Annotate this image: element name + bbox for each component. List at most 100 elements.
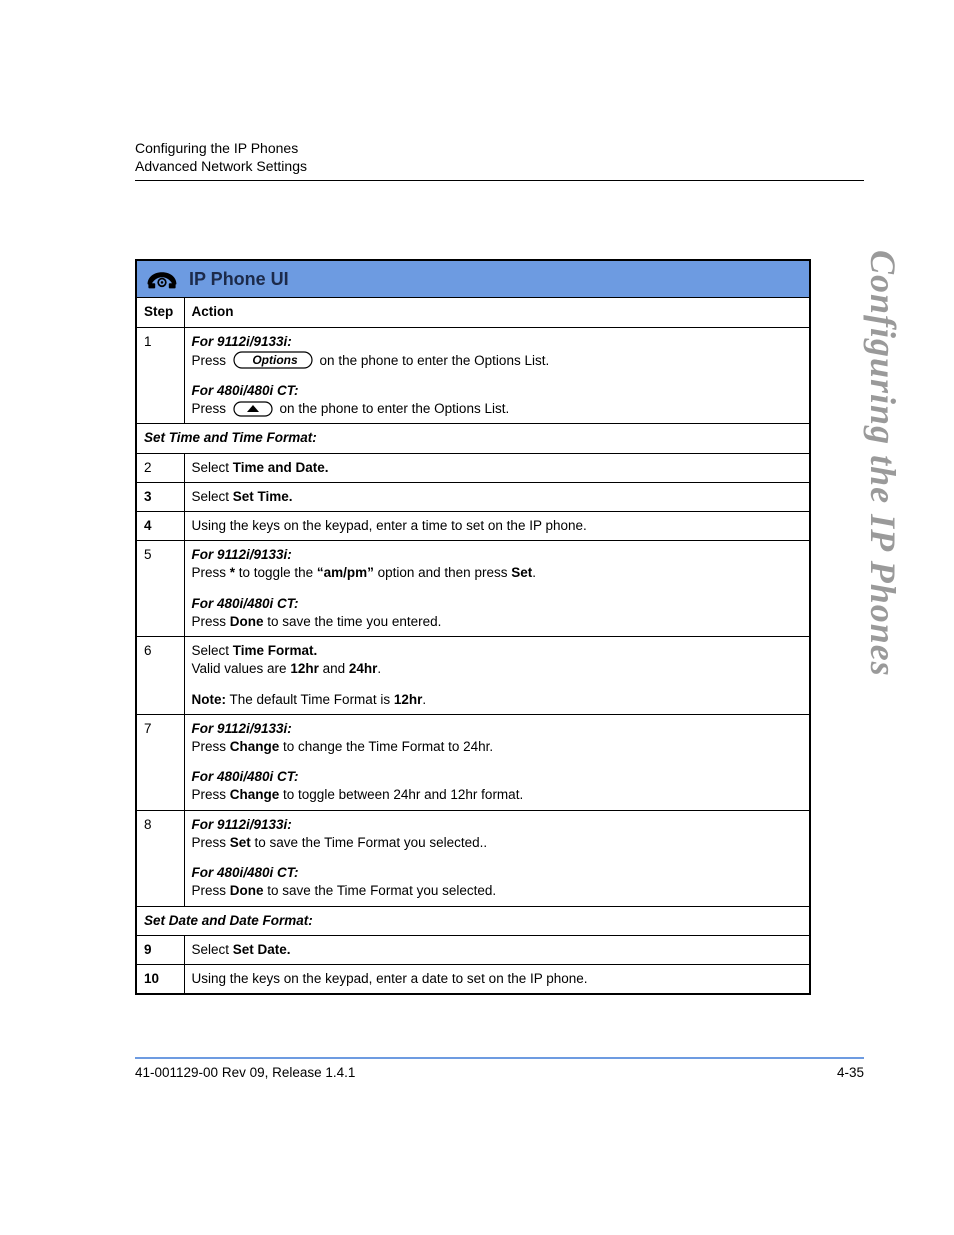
step-number: 3 <box>136 482 184 511</box>
step-action: Using the keys on the keypad, enter a ti… <box>184 512 810 541</box>
text-bold: “am/pm” <box>317 565 374 580</box>
step-action: Select Set Date. <box>184 935 810 964</box>
text: Press <box>192 835 230 850</box>
table-row: 5 For 9112i/9133i: Press * to toggle the… <box>136 541 810 637</box>
text: Press <box>192 401 227 416</box>
text-bold: Set Time. <box>233 489 293 504</box>
step-action: Select Time Format. Valid values are 12h… <box>184 637 810 715</box>
text: Select <box>192 643 233 658</box>
text: option and then press <box>374 565 511 580</box>
section-label: Set Date and Date Format: <box>136 906 810 935</box>
header-chapter: Configuring the IP Phones <box>135 140 864 156</box>
text: Press <box>192 787 230 802</box>
text: on the phone to enter the Options List. <box>280 401 510 416</box>
text: to toggle between 24hr and 12hr format. <box>279 787 523 802</box>
step-number: 2 <box>136 453 184 482</box>
step-number: 7 <box>136 714 184 810</box>
step-number: 10 <box>136 964 184 994</box>
procedure-table: IP Phone UI Step Action 1 For 9112i/9133… <box>135 259 811 995</box>
step-number: 8 <box>136 810 184 906</box>
text: The default Time Format is <box>226 692 394 707</box>
page-header: Configuring the IP Phones Advanced Netwo… <box>135 140 864 181</box>
footer-doc-id: 41-001129-00 Rev 09, Release 1.4.1 <box>135 1065 355 1080</box>
text-bold: 12hr <box>290 661 319 676</box>
text-bold: Done <box>230 883 264 898</box>
step-number: 1 <box>136 327 184 424</box>
text: to save the Time Format you selected.. <box>251 835 487 850</box>
footer-page-number: 4-35 <box>837 1065 864 1080</box>
page-content: Configuring the IP Phones Advanced Netwo… <box>0 0 954 995</box>
text: to change the Time Format to 24hr. <box>279 739 493 754</box>
text: Press <box>192 739 230 754</box>
text: to toggle the <box>239 565 317 580</box>
note-label: Note: <box>192 692 227 707</box>
text-bold: * <box>230 565 239 580</box>
step-action: Select Time and Date. <box>184 453 810 482</box>
text-bold: Set <box>230 835 251 850</box>
model-label: For 9112i/9133i: <box>192 721 292 736</box>
side-chapter-title: Configuring the IP Phones <box>862 250 904 677</box>
model-label: For 480i/480i CT: <box>192 596 299 611</box>
table-header-row: Step Action <box>136 298 810 327</box>
text: and <box>319 661 349 676</box>
table-row: 9 Select Set Date. <box>136 935 810 964</box>
text: . <box>532 565 536 580</box>
text-bold: Set <box>511 565 532 580</box>
model-label: For 9112i/9133i: <box>192 334 292 349</box>
footer-divider <box>135 1057 864 1059</box>
step-number: 4 <box>136 512 184 541</box>
step-action: For 9112i/9133i: Press Options on the ph… <box>184 327 810 424</box>
phone-ui-icon <box>145 267 179 291</box>
svg-text:Options: Options <box>252 353 298 367</box>
text: Press <box>192 353 227 368</box>
step-number: 5 <box>136 541 184 637</box>
header-divider <box>135 180 864 181</box>
step-action: Using the keys on the keypad, enter a da… <box>184 964 810 994</box>
col-header-step: Step <box>136 298 184 327</box>
step-number: 9 <box>136 935 184 964</box>
text-bold: Time and Date. <box>233 460 329 475</box>
header-section: Advanced Network Settings <box>135 158 864 174</box>
model-label: For 9112i/9133i: <box>192 817 292 832</box>
text: Press <box>192 614 230 629</box>
text: Press <box>192 883 230 898</box>
text-bold: 24hr <box>349 661 378 676</box>
step-action: For 9112i/9133i: Press Change to change … <box>184 714 810 810</box>
model-label: For 9112i/9133i: <box>192 547 292 562</box>
step-action: For 9112i/9133i: Press Set to save the T… <box>184 810 810 906</box>
step-action: For 9112i/9133i: Press * to toggle the “… <box>184 541 810 637</box>
table-row: 4 Using the keys on the keypad, enter a … <box>136 512 810 541</box>
text: Press <box>192 565 230 580</box>
text-bold: Set Date. <box>233 942 291 957</box>
text: . <box>377 661 381 676</box>
text: Valid values are <box>192 661 291 676</box>
model-label: For 480i/480i CT: <box>192 769 299 784</box>
text-bold: Change <box>230 739 280 754</box>
text-bold: Done <box>230 614 264 629</box>
table-title: IP Phone UI <box>189 267 289 291</box>
table-row: 1 For 9112i/9133i: Press Options on the … <box>136 327 810 424</box>
text-bold: Change <box>230 787 280 802</box>
section-label: Set Time and Time Format: <box>136 424 810 453</box>
text-bold: Time Format. <box>233 643 318 658</box>
step-action: Select Set Time. <box>184 482 810 511</box>
text: Select <box>192 942 233 957</box>
table-row: 2 Select Time and Date. <box>136 453 810 482</box>
col-header-action: Action <box>184 298 810 327</box>
table-row: 8 For 9112i/9133i: Press Set to save the… <box>136 810 810 906</box>
section-row: Set Time and Time Format: <box>136 424 810 453</box>
text: to save the time you entered. <box>264 614 442 629</box>
text: Select <box>192 460 233 475</box>
section-row: Set Date and Date Format: <box>136 906 810 935</box>
up-arrow-button-icon <box>233 401 273 417</box>
table-row: 3 Select Set Time. <box>136 482 810 511</box>
text: Select <box>192 489 233 504</box>
model-label: For 480i/480i CT: <box>192 865 299 880</box>
table-title-row: IP Phone UI <box>136 260 810 298</box>
table-row: 7 For 9112i/9133i: Press Change to chang… <box>136 714 810 810</box>
table-row: 6 Select Time Format. Valid values are 1… <box>136 637 810 715</box>
text: to save the Time Format you selected. <box>264 883 497 898</box>
step-number: 6 <box>136 637 184 715</box>
text: on the phone to enter the Options List. <box>320 353 550 368</box>
page-footer: 41-001129-00 Rev 09, Release 1.4.1 4-35 <box>135 1057 864 1080</box>
